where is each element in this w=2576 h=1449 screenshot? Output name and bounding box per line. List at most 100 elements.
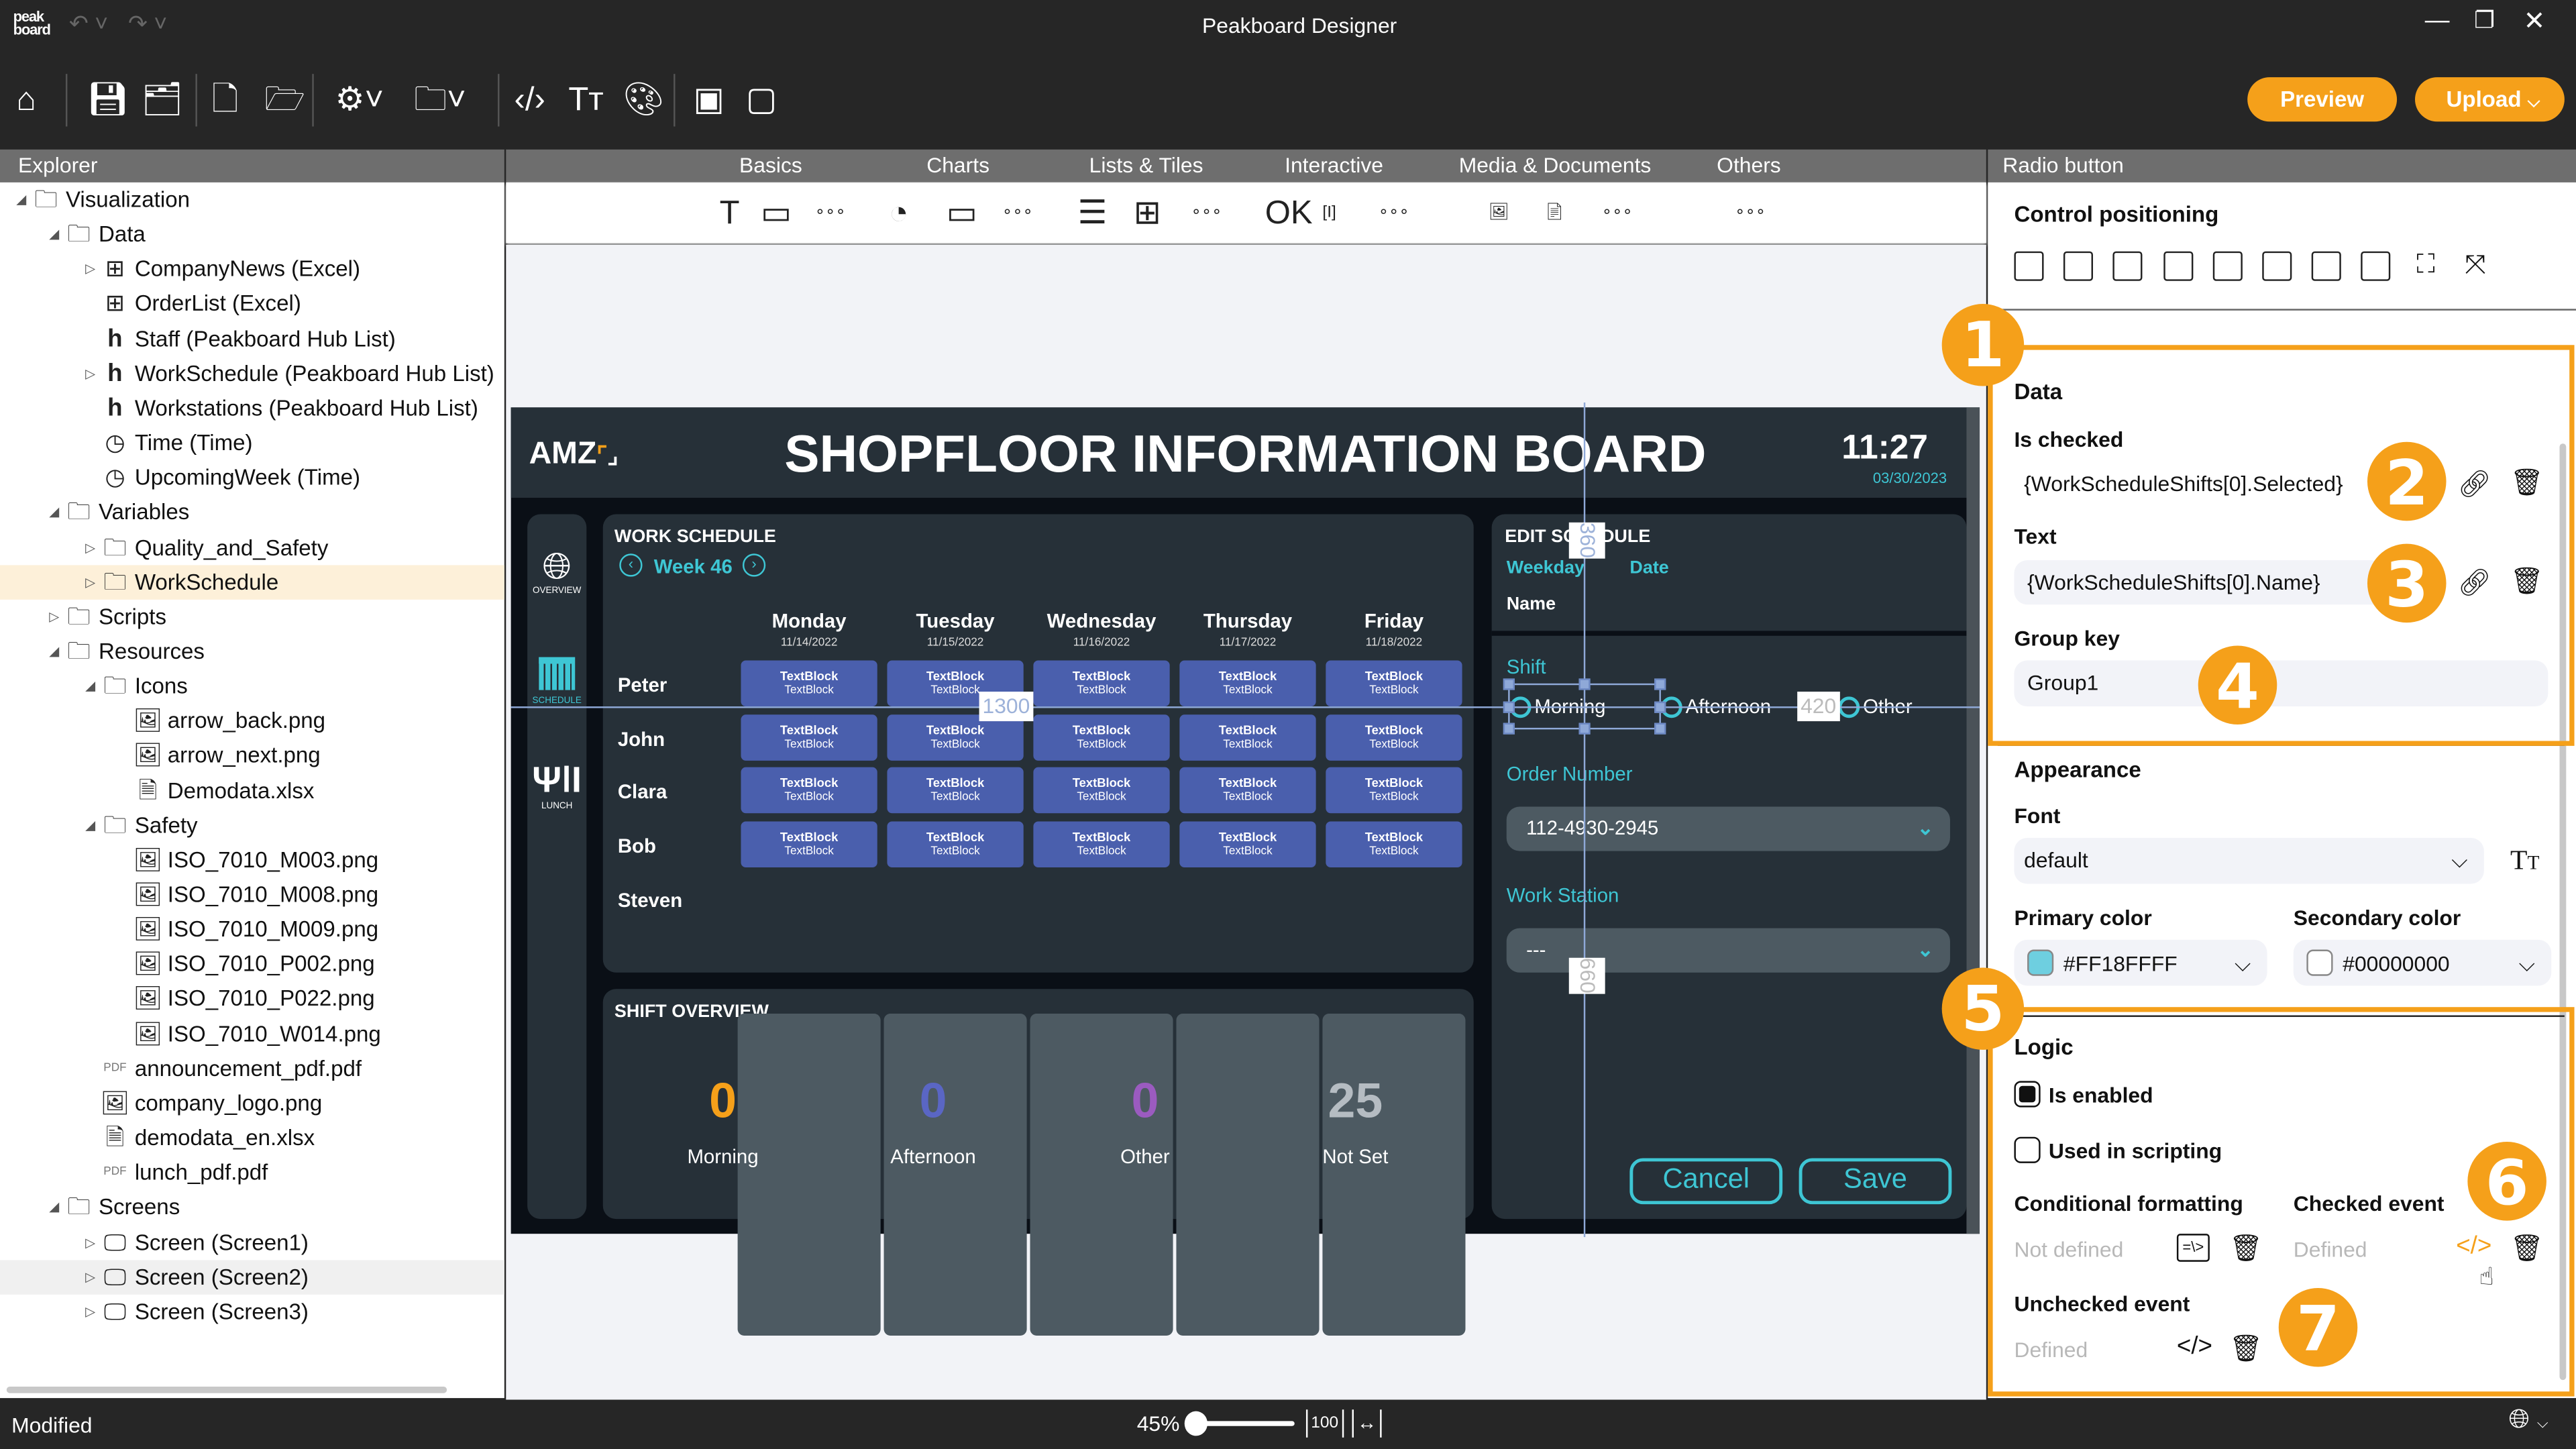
table-icon[interactable]: ⊞	[1134, 194, 1161, 233]
collapsed-arrow-icon[interactable]: ▷	[82, 1259, 98, 1293]
shift-cell[interactable]: TextBlock TextBlock	[1326, 714, 1462, 761]
text-icon[interactable]: T	[720, 194, 740, 233]
restore-button[interactable]: ❐	[2474, 7, 2495, 35]
tree-item[interactable]: 🖼︎ ISO_7010_P002.png	[0, 947, 504, 981]
rectangle-icon[interactable]: ▭	[761, 194, 792, 233]
shift-cell[interactable]: TextBlock TextBlock	[741, 821, 877, 868]
shift-cell[interactable]: TextBlock TextBlock	[1179, 821, 1316, 868]
resize-handle[interactable]	[1578, 722, 1591, 735]
expanded-arrow-icon[interactable]: ◢	[46, 217, 62, 252]
home-icon[interactable]: ⌂	[16, 79, 36, 122]
shift-cell[interactable]: TextBlock TextBlock	[1326, 767, 1462, 814]
week-prev-button[interactable]: ‹	[619, 553, 643, 577]
save-button[interactable]: Save	[1799, 1158, 1952, 1205]
tree-item[interactable]: PDF lunch_pdf.pdf	[0, 1155, 504, 1189]
tree-item[interactable]: 🖼︎ arrow_back.png	[0, 704, 504, 738]
tree-item[interactable]: 🖼︎ company_logo.png	[0, 1086, 504, 1120]
list-icon[interactable]: ☰	[1078, 194, 1108, 233]
expand-icon[interactable]: ⛶	[2411, 252, 2440, 281]
tree-item[interactable]: ▷ 🖵 Screen (Screen1)	[0, 1225, 504, 1259]
anchor-top-right-icon[interactable]	[2113, 251, 2143, 281]
expanded-arrow-icon[interactable]: ◢	[46, 495, 62, 529]
pie-chart-icon[interactable]: ◔	[889, 194, 909, 233]
toolbox-tab[interactable]: Others	[1717, 150, 1781, 182]
tree-item[interactable]: ◢ 🗀 Safety	[0, 808, 504, 842]
shift-cell[interactable]: TextBlock TextBlock	[741, 660, 877, 707]
tree-item[interactable]: ▷ 🗀 Scripts	[0, 599, 504, 633]
collapsed-arrow-icon[interactable]: ▷	[82, 530, 98, 564]
collapsed-arrow-icon[interactable]: ▷	[82, 356, 98, 390]
anchor-left-stretch-icon[interactable]	[2312, 251, 2342, 281]
settings-icon[interactable]: ⚙︎˅	[335, 79, 384, 122]
anchor-bottom-right-icon[interactable]	[2262, 251, 2292, 281]
resize-handle[interactable]	[1654, 722, 1666, 735]
shift-cell[interactable]: TextBlock TextBlock	[887, 767, 1024, 814]
tree-item[interactable]: PDF announcement_pdf.pdf	[0, 1051, 504, 1085]
code-icon[interactable]: ‹/›	[515, 79, 545, 122]
resize-handle[interactable]	[1503, 722, 1515, 735]
primary-color-select[interactable]: #FF18FFFF ⌵	[2014, 939, 2267, 986]
edge-icon[interactable]: ▢	[746, 79, 777, 122]
zoom-slider[interactable]	[1195, 1421, 1295, 1426]
resize-handle[interactable]	[1578, 678, 1591, 690]
image-icon[interactable]: 🖼︎	[1489, 194, 1509, 233]
peakboard-box-icon[interactable]: ▣	[693, 79, 724, 122]
tree-item[interactable]: ◢ 🗀 Variables	[0, 495, 504, 529]
expanded-arrow-icon[interactable]: ◢	[82, 669, 98, 703]
shift-cell[interactable]: TextBlock TextBlock	[741, 767, 877, 814]
collapsed-arrow-icon[interactable]: ▷	[82, 1225, 98, 1259]
tree-item[interactable]: ◷ Time (Time)	[0, 425, 504, 460]
resize-handle[interactable]	[1503, 701, 1515, 713]
expanded-arrow-icon[interactable]: ◢	[46, 634, 62, 668]
shift-cell[interactable]: TextBlock TextBlock	[1326, 821, 1462, 868]
tree-item[interactable]: ◢ 🗀 Screens	[0, 1190, 504, 1224]
tree-item[interactable]: ◢ 🗀 Resources	[0, 634, 504, 668]
collapsed-arrow-icon[interactable]: ▷	[82, 252, 98, 286]
tree-item[interactable]: 🗎 Demodata.xlsx	[0, 773, 504, 807]
language-globe-icon[interactable]: 🌐︎ ⌵	[2509, 1406, 2548, 1436]
tree-item[interactable]: ◢ 🗀 Visualization	[0, 182, 504, 217]
font-select[interactable]: default ⌵	[2014, 837, 2484, 884]
nav-lunch[interactable]: ΨǀI LUNCH	[527, 759, 586, 811]
collapsed-arrow-icon[interactable]: ▷	[46, 599, 62, 633]
tree-item[interactable]: ◷ UpcomingWeek (Time)	[0, 460, 504, 494]
open-folder-icon[interactable]: 🗁	[264, 79, 305, 122]
toolbox-tab[interactable]: Lists & Tiles	[1089, 150, 1203, 182]
new-file-icon[interactable]: 🗋	[212, 79, 238, 122]
tree-item[interactable]: 🖼︎ ISO_7010_M003.png	[0, 843, 504, 877]
nav-overview[interactable]: 🌐︎ OVERVIEW	[527, 546, 586, 596]
toolbox-tab[interactable]: Charts	[926, 150, 989, 182]
toolbox-tab[interactable]: Interactive	[1285, 150, 1383, 182]
collapse-icon[interactable]: ⤧	[2461, 252, 2490, 281]
shift-cell[interactable]: TextBlock TextBlock	[1033, 660, 1170, 707]
tree-item[interactable]: ▷ 🗀 Quality_and_Safety	[0, 530, 504, 564]
shift-cell[interactable]: TextBlock TextBlock	[741, 714, 877, 761]
shift-cell[interactable]: TextBlock TextBlock	[1033, 767, 1170, 814]
expanded-arrow-icon[interactable]: ◢	[82, 808, 98, 842]
tree-item[interactable]: ▷ 🖵 Screen (Screen2)	[0, 1259, 504, 1294]
shift-cell[interactable]: TextBlock TextBlock	[887, 714, 1024, 761]
save-icon[interactable]: 💾︎	[87, 79, 129, 122]
shift-cell[interactable]: TextBlock TextBlock	[887, 821, 1024, 868]
tree-item[interactable]: 🗎 demodata_en.xlsx	[0, 1120, 504, 1155]
more-icon[interactable]: ∘∘∘	[815, 194, 846, 233]
preview-button[interactable]: Preview	[2247, 77, 2398, 122]
button-icon[interactable]: OK	[1265, 194, 1313, 233]
tree-item[interactable]: ◢ 🗀 Icons	[0, 669, 504, 703]
resize-handle[interactable]	[1654, 701, 1666, 713]
zoom-slider-thumb[interactable]	[1184, 1411, 1208, 1436]
tree-item[interactable]: ▷ 🖵 Screen (Screen3)	[0, 1294, 504, 1328]
explorer-scrollbar[interactable]	[6, 1386, 447, 1393]
tree-item[interactable]: h Staff (Peakboard Hub List)	[0, 321, 504, 356]
project-settings-icon[interactable]: 🗀˅	[414, 79, 466, 122]
shift-cell[interactable]: TextBlock TextBlock	[1033, 714, 1170, 761]
more-icon[interactable]: ∘∘∘	[1379, 194, 1409, 233]
tree-item[interactable]: 🖼︎ arrow_next.png	[0, 739, 504, 773]
shift-cell[interactable]: TextBlock TextBlock	[1326, 660, 1462, 707]
more-icon[interactable]: ∘∘∘	[1735, 194, 1766, 233]
anchor-top-left-icon[interactable]	[2014, 251, 2044, 281]
order-number-dropdown[interactable]: 112-4930-2945 ⌄	[1506, 806, 1950, 851]
tree-item[interactable]: 🖼︎ ISO_7010_W014.png	[0, 1016, 504, 1051]
shift-cell[interactable]: TextBlock TextBlock	[1179, 767, 1316, 814]
close-button[interactable]: ✕	[2524, 5, 2546, 38]
